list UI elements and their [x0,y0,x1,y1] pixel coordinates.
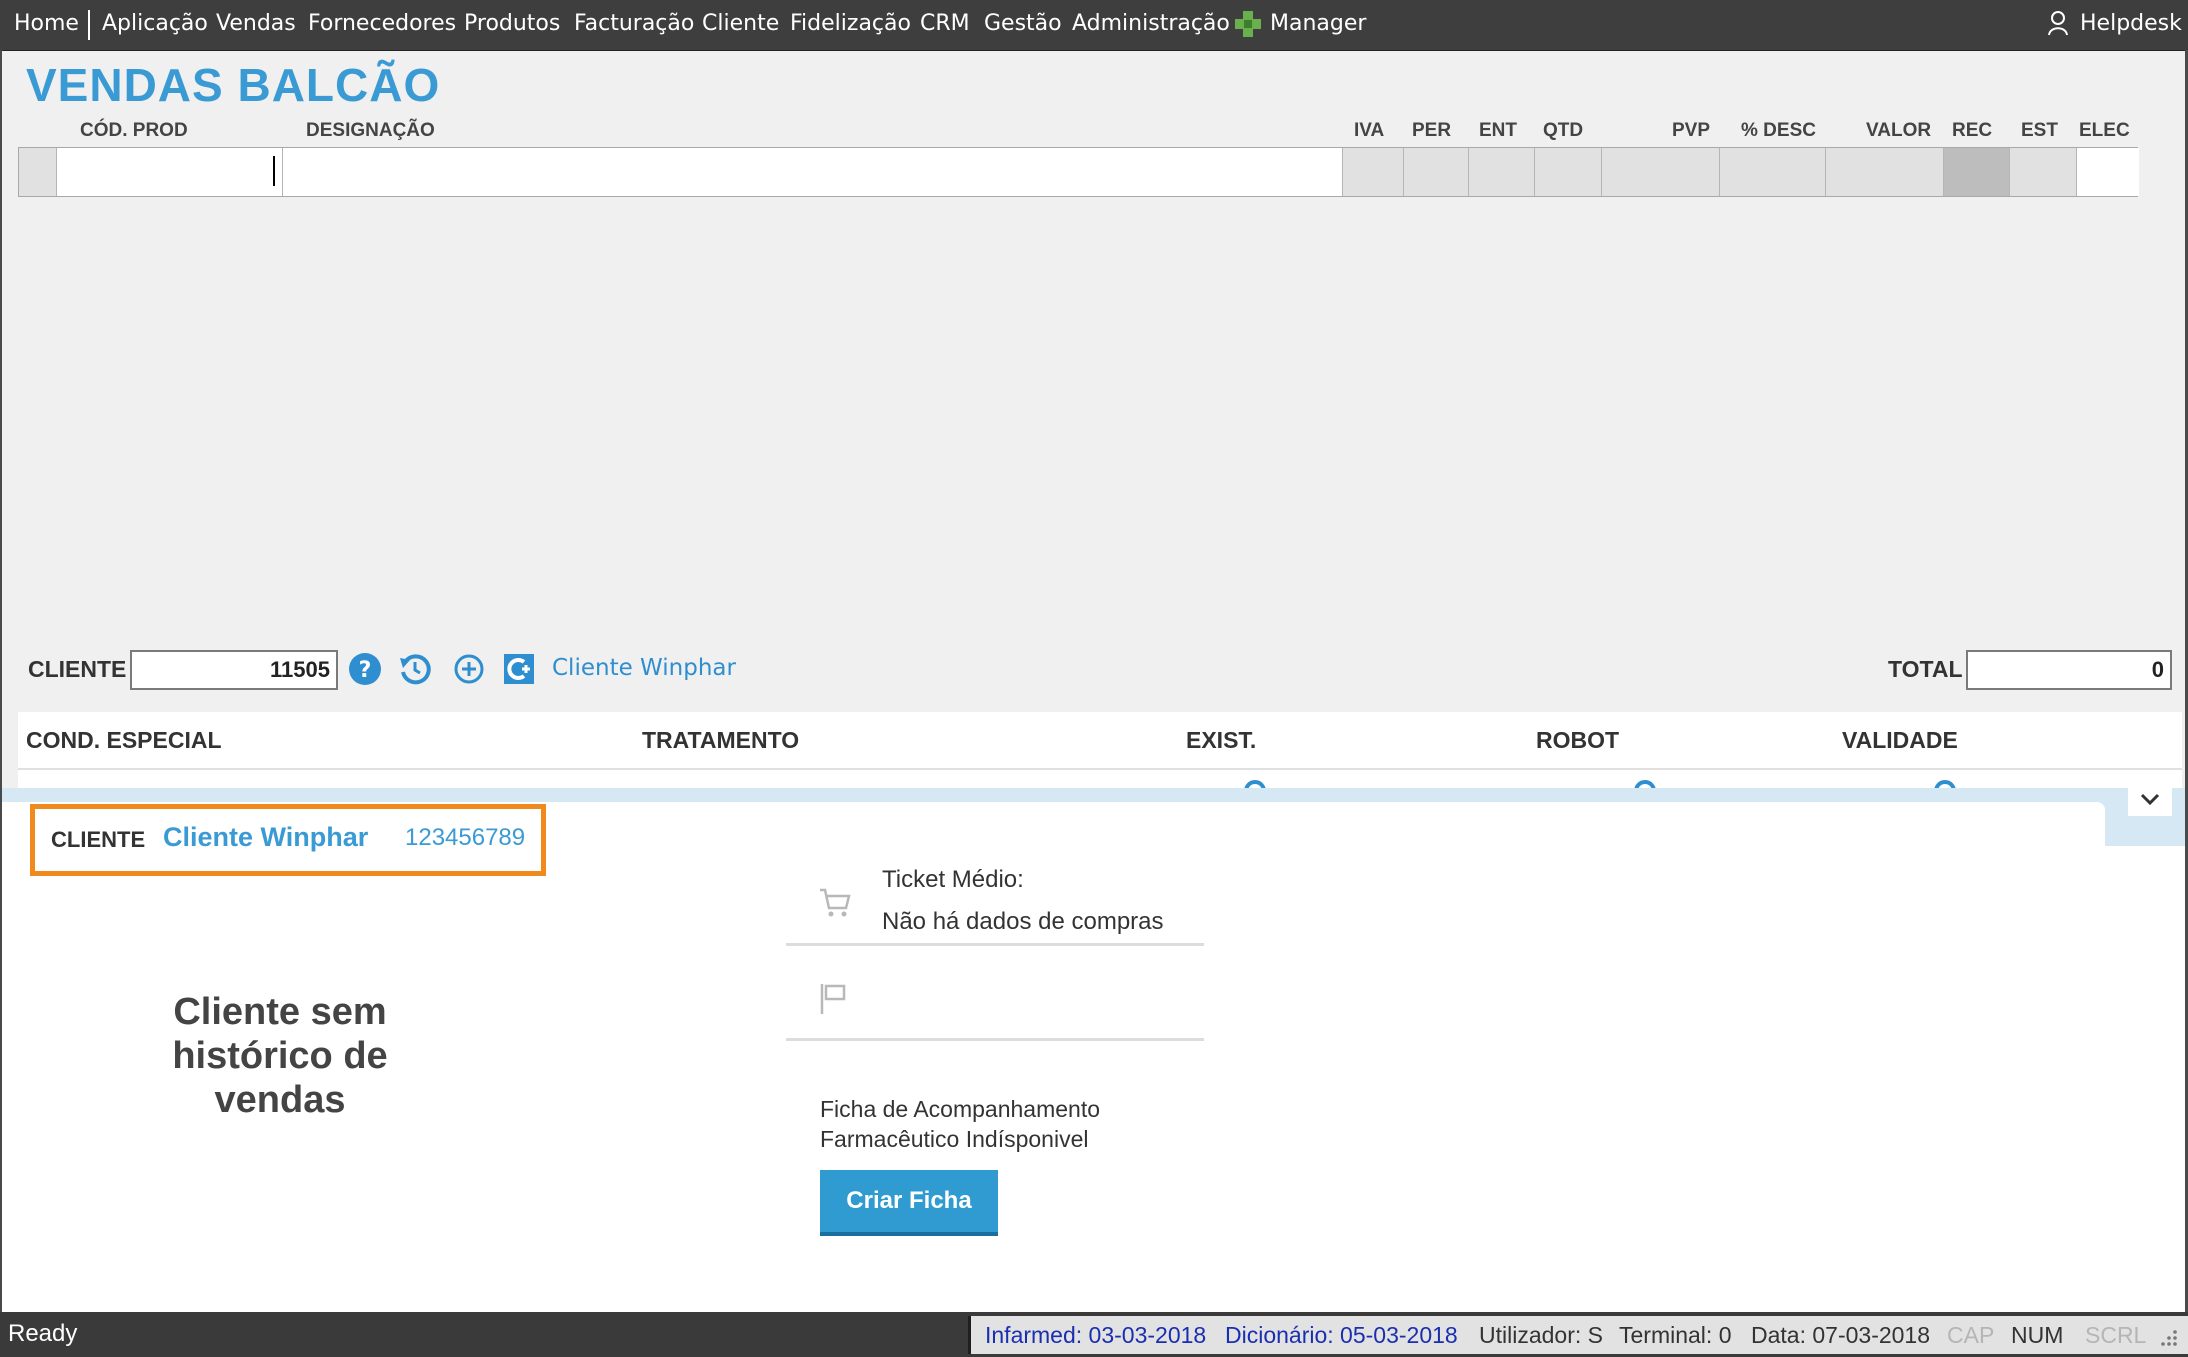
col-header-cod-prod: CÓD. PROD [80,120,188,141]
status-ready: Ready [8,1320,78,1347]
manager-icon [1234,10,1262,47]
row-selector[interactable] [19,148,57,196]
grid-header-validade: VALIDADE [1842,727,1958,753]
desc-cell [1720,148,1826,196]
help-icon[interactable]: ? [348,652,382,691]
cod-prod-input[interactable] [57,148,283,196]
pvp-cell [1602,148,1720,196]
col-header-iva: IVA [1354,120,1385,141]
status-utilizador: Utilizador: S [1479,1322,1603,1348]
refresh-icon[interactable] [1630,776,1660,788]
grid-header-robot: ROBOT [1536,727,1620,753]
panel-client-label: CLIENTE [51,827,146,852]
est-cell [2010,148,2077,196]
ficha-line-1: Ficha de Acompanhamento [820,1096,1101,1122]
menu-fidelizacao[interactable]: Fidelização [790,9,911,39]
col-header-per: PER [1412,120,1452,141]
col-header-designacao: DESIGNAÇÃO [306,120,435,141]
divider [786,1038,1204,1041]
menu-bar: Home Aplicação Vendas Fornecedores Produ… [0,0,2188,51]
chevron-down-icon [2140,793,2160,806]
grid-header-exist: EXIST. [1186,727,1257,753]
grid-header-cond-especial: COND. ESPECIAL [26,727,222,753]
col-header-elec: ELEC [2079,120,2130,141]
refresh-icon[interactable] [1240,776,1270,788]
col-header-qtd: QTD [1543,120,1584,141]
divider [786,943,1204,946]
cliente-number-input[interactable]: 11505 [130,650,338,690]
ent-cell [1469,148,1535,196]
refresh-icon[interactable] [1930,776,1960,788]
panel-client-nif: 123456789 [405,824,526,851]
menu-manager[interactable]: Manager [1270,9,1366,39]
menu-separator [88,10,90,40]
status-infarmed[interactable]: Infarmed: 03-03-2018 [985,1322,1206,1349]
menu-crm[interactable]: CRM [920,9,970,39]
status-dicionario[interactable]: Dicionário: 05-03-2018 [1225,1322,1458,1349]
ficha-line-2: Farmacêutico Indísponivel [820,1126,1089,1152]
menu-aplicacao[interactable]: Aplicação [102,9,208,39]
status-terminal: Terminal: 0 [1619,1322,1732,1348]
menu-produtos[interactable]: Produtos [464,9,560,39]
col-header-ent: ENT [1479,120,1517,141]
cliente-label: CLIENTE [28,656,127,682]
menu-facturacao[interactable]: Facturação [574,9,694,39]
col-header-desc: % DESC [1741,120,1816,141]
menu-administracao[interactable]: Administração [1072,9,1230,39]
status-cap: CAP [1947,1322,1995,1348]
menu-gestao[interactable]: Gestão [984,9,1062,39]
ticket-value: Não há dados de compras [882,908,1164,935]
grid-row-partial [18,770,2182,788]
menu-fornecedores[interactable]: Fornecedores [308,9,456,39]
col-header-rec: REC [1952,120,1993,141]
user-icon [2048,10,2072,45]
valor-cell [1826,148,1944,196]
status-data: Data: 07-03-2018 [1751,1322,1931,1348]
elec-cell [2077,148,2139,196]
collapse-panel-button[interactable] [2128,782,2172,816]
status-panel: Infarmed: 03-03-2018 Dicionário: 05-03-2… [968,1316,2188,1354]
col-header-valor: VALOR [1866,120,1932,141]
total-label: TOTAL [1888,656,1963,682]
ticket-label: Ticket Médio: [882,866,1024,893]
no-history-message: Cliente sem histórico de vendas [172,991,388,1121]
menu-cliente[interactable]: Cliente [702,9,779,39]
col-header-est: EST [2021,120,2058,141]
status-num: NUM [2011,1322,2064,1348]
history-icon[interactable] [398,652,432,691]
total-value: 0 [1966,650,2172,690]
page-title: VENDAS BALCÃO [26,59,441,111]
criar-ficha-button[interactable]: Criar Ficha [820,1170,998,1236]
info-grid-header: COND. ESPECIAL TRATAMENTO EXIST. ROBOT V… [18,712,2182,770]
menu-home[interactable]: Home [14,9,79,39]
menu-helpdesk[interactable]: Helpdesk [2080,9,2182,39]
product-entry-row [18,147,2139,197]
client-highlight-box: CLIENTE Cliente Winphar 123456789 [30,804,546,876]
col-header-pvp: PVP [1672,120,1711,141]
client-card-icon[interactable] [502,652,536,691]
menu-vendas[interactable]: Vendas [216,9,296,39]
panel-client-name[interactable]: Cliente Winphar [163,822,368,853]
text-cursor [273,156,275,186]
flag-icon [818,982,852,1021]
grid-header-tratamento: TRATAMENTO [642,727,800,753]
per-cell [1404,148,1469,196]
designacao-input[interactable] [283,148,1343,196]
svg-text:?: ? [359,658,372,683]
cart-icon [818,886,852,925]
rec-cell [1944,148,2010,196]
qtd-cell [1535,148,1602,196]
iva-cell [1343,148,1404,196]
client-name-link[interactable]: Cliente Winphar [552,655,736,681]
add-icon[interactable] [452,652,486,691]
resize-grip-icon[interactable] [2157,1326,2179,1354]
status-bar: Ready Infarmed: 03-03-2018 Dicionário: 0… [0,1312,2188,1357]
status-scrl: SCRL [2085,1322,2147,1348]
